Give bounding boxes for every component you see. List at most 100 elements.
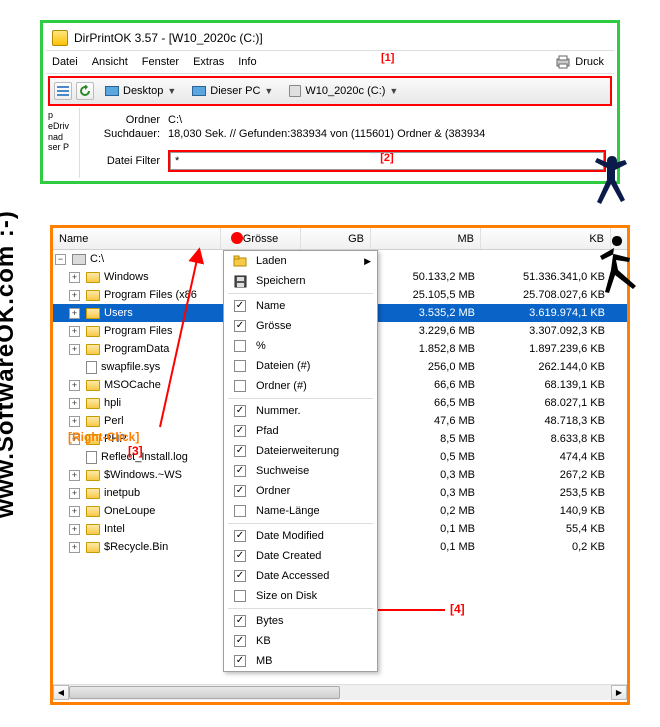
- expander-icon[interactable]: +: [69, 308, 80, 319]
- cell-kb: 51.336.341,0 KB: [481, 271, 611, 283]
- context-menu-item[interactable]: ✓Pfad: [224, 421, 377, 441]
- app-icon: [52, 30, 68, 46]
- expander-icon[interactable]: +: [69, 542, 80, 553]
- expander-icon[interactable]: +: [69, 272, 80, 283]
- column-mb[interactable]: MB: [371, 228, 481, 249]
- breadcrumb-pc[interactable]: Dieser PC▼: [185, 82, 280, 100]
- context-menu-item[interactable]: ✓Name: [224, 296, 377, 316]
- context-menu-item[interactable]: ✓Date Accessed: [224, 566, 377, 586]
- context-menu: Laden ▶ Speichern ✓Name✓Grösse% Dateien (…: [223, 250, 378, 672]
- menu-extras[interactable]: Extras: [193, 56, 224, 68]
- context-menu-label: Dateierweiterung: [256, 445, 339, 457]
- file-icon: [86, 361, 97, 374]
- cell-mb: 0,1 MB: [371, 523, 481, 535]
- cell-mb: 47,6 MB: [371, 415, 481, 427]
- context-menu-item[interactable]: ✓Nummer.: [224, 401, 377, 421]
- folder-icon: [86, 272, 100, 283]
- row-name: ProgramData: [104, 343, 169, 355]
- top-window-panel: DirPrintOK 3.57 - [W10_2020c (C:)] Datei…: [40, 20, 620, 184]
- folder-icon: [86, 416, 100, 427]
- scroll-thumb[interactable]: [69, 686, 340, 699]
- expander-icon[interactable]: +: [69, 524, 80, 535]
- context-menu-item[interactable]: %: [224, 336, 377, 356]
- context-menu-item[interactable]: Ordner (#): [224, 376, 377, 396]
- checkbox-icon: ✓: [234, 485, 246, 497]
- context-menu-item[interactable]: ✓KB: [224, 631, 377, 651]
- cell-kb: 68.139,1 KB: [481, 379, 611, 391]
- expander-icon[interactable]: +: [69, 416, 80, 427]
- context-menu-label: Bytes: [256, 615, 284, 627]
- expander-icon[interactable]: +: [69, 506, 80, 517]
- expander-icon[interactable]: +: [69, 344, 80, 355]
- grid-header: Name Grösse GB MB KB: [53, 228, 627, 250]
- watermark-text: www.SoftwareOK.com :-): [0, 210, 20, 518]
- expander-icon[interactable]: +: [69, 326, 80, 337]
- context-menu-label: Date Modified: [256, 530, 324, 542]
- context-menu-item[interactable]: ✓Suchweise: [224, 461, 377, 481]
- expander-icon[interactable]: +: [69, 398, 80, 409]
- menu-fenster[interactable]: Fenster: [142, 56, 179, 68]
- breadcrumb-drive[interactable]: W10_2020c (C:)▼: [282, 82, 405, 100]
- menu-datei[interactable]: Datei: [52, 56, 78, 68]
- expander-icon[interactable]: +: [69, 470, 80, 481]
- context-menu-item[interactable]: ✓MB: [224, 651, 377, 671]
- menubar: Datei Ansicht Fenster Extras Info [1] Dr…: [46, 51, 614, 74]
- cell-kb: 262.144,0 KB: [481, 361, 611, 373]
- print-button[interactable]: Druck: [555, 55, 608, 69]
- context-menu-label: Suchweise: [256, 465, 309, 477]
- expander-icon[interactable]: +: [69, 380, 80, 391]
- cell-mb: 0,2 MB: [371, 505, 481, 517]
- menu-ansicht[interactable]: Ansicht: [92, 56, 128, 68]
- left-strip: p eDriv nad ser P: [46, 108, 80, 178]
- breadcrumb-desktop[interactable]: Desktop▼: [98, 82, 183, 100]
- folder-icon: [86, 326, 100, 337]
- column-name[interactable]: Name: [53, 228, 221, 249]
- context-menu-item[interactable]: Dateien (#): [224, 356, 377, 376]
- context-menu-item[interactable]: ✓Dateierweiterung: [224, 441, 377, 461]
- cell-mb: 0,1 MB: [371, 541, 481, 553]
- expander-icon[interactable]: −: [55, 254, 66, 265]
- context-menu-item[interactable]: ✓Grösse: [224, 316, 377, 336]
- horizontal-scrollbar[interactable]: ◀ ▶: [53, 684, 627, 700]
- expander-icon[interactable]: +: [69, 488, 80, 499]
- context-menu-laden[interactable]: Laden ▶: [224, 251, 377, 271]
- folder-label: Ordner: [88, 114, 168, 126]
- file-icon: [86, 451, 97, 464]
- column-kb[interactable]: KB: [481, 228, 611, 249]
- cell-kb: 1.897.239,6 KB: [481, 343, 611, 355]
- folder-icon: [86, 524, 100, 535]
- context-menu-item[interactable]: Name-Länge: [224, 501, 377, 521]
- row-name: Users: [104, 307, 133, 319]
- dancer-silhouette: [597, 230, 652, 300]
- context-menu-item[interactable]: ✓Date Modified: [224, 526, 377, 546]
- scroll-right-button[interactable]: ▶: [611, 685, 627, 700]
- cell-mb: 0,3 MB: [371, 469, 481, 481]
- folder-icon: [86, 506, 100, 517]
- context-menu-label: MB: [256, 655, 273, 667]
- menu-info[interactable]: Info: [238, 56, 256, 68]
- row-name: Program Files: [104, 325, 172, 337]
- scroll-left-button[interactable]: ◀: [53, 685, 69, 700]
- checkbox-icon: ✓: [234, 550, 246, 562]
- cell-kb: 474,4 KB: [481, 451, 611, 463]
- cell-kb: 253,5 KB: [481, 487, 611, 499]
- refresh-icon[interactable]: [76, 82, 94, 100]
- checkbox-icon: ✓: [234, 570, 246, 582]
- checkbox-icon: [234, 360, 246, 372]
- context-menu-speichern[interactable]: Speichern: [224, 271, 377, 291]
- checkbox-icon: ✓: [234, 405, 246, 417]
- cell-mb: 256,0 MB: [371, 361, 481, 373]
- context-menu-item[interactable]: ✓Ordner: [224, 481, 377, 501]
- dancer-silhouette: [582, 148, 642, 218]
- row-name: $Recycle.Bin: [104, 541, 168, 553]
- context-menu-item[interactable]: ✓Date Created: [224, 546, 377, 566]
- context-menu-item[interactable]: ✓Bytes: [224, 611, 377, 631]
- annotation-rightclick: [Right-Click]: [68, 430, 139, 444]
- context-menu-item[interactable]: Size on Disk: [224, 586, 377, 606]
- column-gb[interactable]: GB: [301, 228, 371, 249]
- row-name: hpli: [104, 397, 121, 409]
- duration-value: 18,030 Sek. // Gefunden:383934 von (1156…: [168, 128, 485, 140]
- view-list-icon[interactable]: [54, 82, 72, 100]
- expander-icon[interactable]: +: [69, 290, 80, 301]
- context-menu-label: %: [256, 340, 266, 352]
